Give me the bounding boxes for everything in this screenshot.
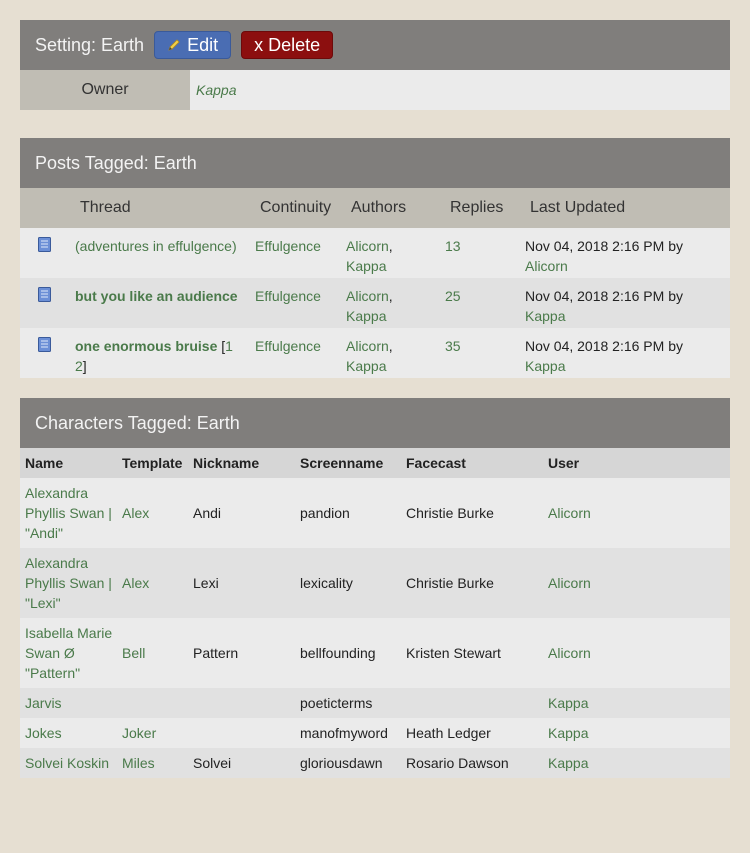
post-row: but you like an audience Effulgence Alic… [20,278,730,328]
facecast-text: Christie Burke [406,575,494,591]
user-link[interactable]: Alicorn [548,503,591,523]
author-link[interactable]: Kappa [346,258,386,274]
last-updated-text: Nov 04, 2018 2:16 PM by [525,238,683,254]
edit-label: Edit [187,34,219,55]
col-name: Name [25,455,64,471]
nickname-text: Solvei [193,755,232,771]
screenname-text: gloriousdawn [300,755,383,771]
template-link[interactable]: Alex [122,503,149,523]
setting-title: Setting: Earth [35,34,145,55]
character-row: Solvei Koskin Miles Solvei gloriousdawn … [20,748,730,778]
replies-link[interactable]: 25 [445,288,461,304]
owner-label: Owner [20,70,190,110]
template-link[interactable]: Alex [122,573,149,593]
col-replies: Replies [450,199,504,216]
last-updated-user-link[interactable]: Alicorn [525,258,568,274]
character-name-link[interactable]: Jokes [25,723,117,743]
screenname-text: manofmyword [300,725,388,741]
col-template: Template [122,455,183,471]
last-updated-user-link[interactable]: Kappa [525,308,565,324]
facecast-text: Kristen Stewart [406,645,501,661]
characters-panel: Characters Tagged: Earth Name Template N… [20,398,730,778]
posts-table-header: Thread Continuity Authors Replies Last U… [20,188,730,228]
replies-link[interactable]: 13 [445,238,461,254]
document-icon[interactable] [38,237,51,252]
template-link[interactable]: Joker [122,723,156,743]
character-row: Alexandra Phyllis Swan | "Lexi" Alex Lex… [20,548,730,618]
character-rows: Alexandra Phyllis Swan | "Andi" Alex And… [20,478,730,778]
character-name-link[interactable]: Jarvis [25,693,117,713]
author-link[interactable]: Kappa [346,308,386,324]
nickname-text: Pattern [193,645,239,661]
user-link[interactable]: Alicorn [548,573,591,593]
col-user: User [548,455,580,471]
col-facecast: Facecast [406,455,466,471]
thread-link[interactable]: but you like an audience [75,288,238,304]
template-link[interactable]: Bell [122,643,145,663]
col-thread: Thread [80,199,131,216]
last-updated-text: Nov 04, 2018 2:16 PM by [525,338,683,354]
facecast-text: Christie Burke [406,505,494,521]
author-link[interactable]: Alicorn [346,238,389,254]
col-authors: Authors [351,199,407,216]
owner-link[interactable]: Kappa [196,82,236,98]
character-name-link[interactable]: Solvei Koskin [25,753,135,773]
page-link[interactable]: 2 [75,358,83,374]
edit-button[interactable]: Edit [154,31,232,59]
setting-panel: Setting: Earth Edit x Delete Owner Kappa [20,20,730,110]
col-screenname: Screenname [300,455,384,471]
post-row: one enormous bruise [1 2] Effulgence Alic… [20,328,730,378]
thread-link[interactable]: (adventures in effulgence) [75,238,237,254]
user-link[interactable]: Kappa [548,753,588,773]
posts-title: Posts Tagged: Earth [20,138,730,188]
character-name-link[interactable]: Alexandra Phyllis Swan | "Lexi" [25,553,117,613]
last-updated-text: Nov 04, 2018 2:16 PM by [525,288,683,304]
character-name-link[interactable]: Isabella Marie Swan Ø "Pattern" [25,623,117,683]
screenname-text: pandion [300,505,350,521]
replies-link[interactable]: 35 [445,338,461,354]
facecast-text: Heath Ledger [406,725,491,741]
last-updated-user-link[interactable]: Kappa [525,358,565,374]
screenname-text: poeticterms [300,695,373,711]
nickname-text: Andi [193,505,222,521]
page-link[interactable]: 1 [225,338,233,354]
continuity-link[interactable]: Effulgence [255,338,321,354]
col-updated: Last Updated [530,199,626,216]
author-link[interactable]: Kappa [346,358,386,374]
col-nickname: Nickname [193,455,260,471]
continuity-link[interactable]: Effulgence [255,238,321,254]
continuity-link[interactable]: Effulgence [255,288,321,304]
screenname-text: lexicality [300,575,353,591]
character-row: Jokes Joker manofmyword Heath Ledger Kap… [20,718,730,748]
post-row: (adventures in effulgence) Effulgence Al… [20,228,730,278]
user-link[interactable]: Kappa [548,723,588,743]
posts-rows: (adventures in effulgence) Effulgence Al… [20,228,730,378]
author-link[interactable]: Alicorn [346,338,389,354]
pencil-icon [168,39,180,51]
nickname-text: Lexi [193,575,219,591]
delete-button[interactable]: x Delete [241,31,334,59]
owner-row: Owner Kappa [20,70,730,110]
user-link[interactable]: Alicorn [548,643,591,663]
setting-header: Setting: Earth Edit x Delete [20,20,730,70]
characters-table-header: Name Template Nickname Screenname Faceca… [20,448,730,478]
user-link[interactable]: Kappa [548,693,588,713]
document-icon[interactable] [38,287,51,302]
template-link[interactable]: Miles [122,753,155,773]
character-row: Alexandra Phyllis Swan | "Andi" Alex And… [20,478,730,548]
characters-title: Characters Tagged: Earth [20,398,730,448]
character-row: Isabella Marie Swan Ø "Pattern" Bell Pat… [20,618,730,688]
character-name-link[interactable]: Alexandra Phyllis Swan | "Andi" [25,483,117,543]
posts-panel: Posts Tagged: Earth Thread Continuity Au… [20,138,730,378]
col-continuity: Continuity [260,199,332,216]
author-link[interactable]: Alicorn [346,288,389,304]
character-row: Jarvis poeticterms Kappa [20,688,730,718]
screenname-text: bellfounding [300,645,376,661]
thread-link[interactable]: one enormous bruise [75,338,217,354]
document-icon[interactable] [38,337,51,352]
facecast-text: Rosario Dawson [406,755,509,771]
